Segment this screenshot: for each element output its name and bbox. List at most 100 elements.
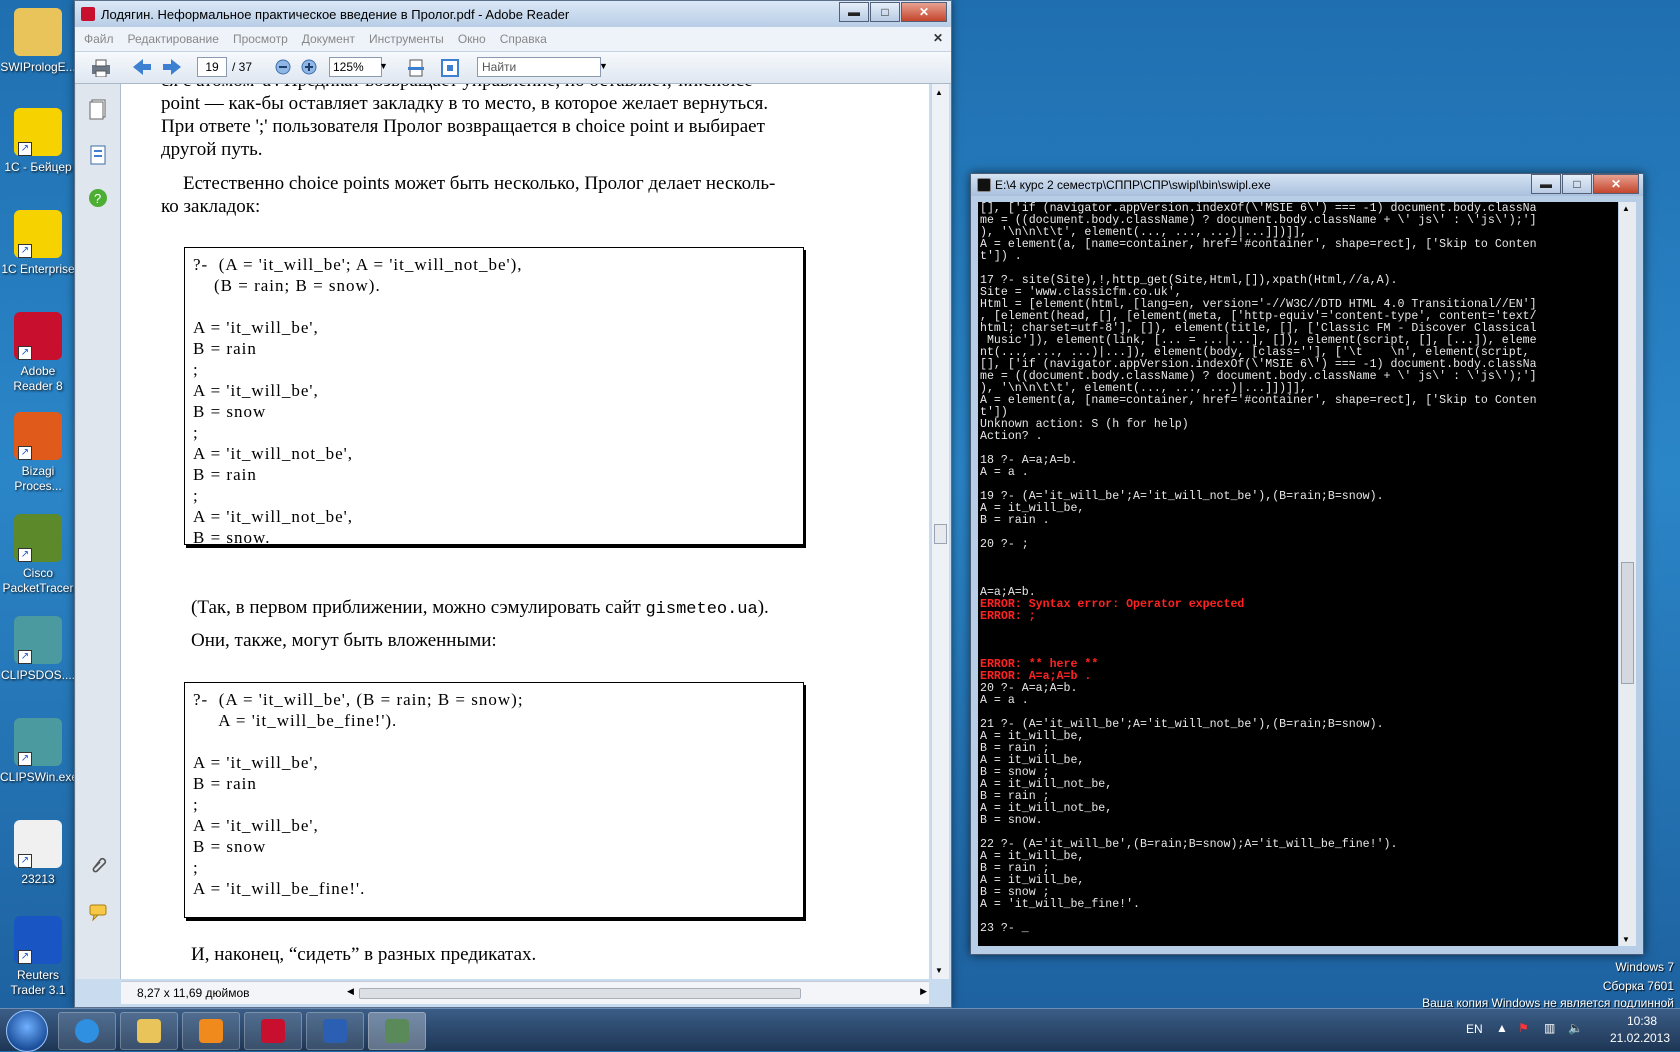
zoom-dropdown-chevron-icon[interactable]: ▼ (379, 61, 388, 81)
doc-text-line: И, наконец, “сидеть” в разных предикатах… (191, 944, 537, 965)
scroll-up-icon[interactable]: ▲ (1622, 204, 1630, 213)
desktop-icon-label: Reuters Trader 3.1 (10, 968, 66, 997)
menu-file[interactable]: Файл (75, 27, 119, 46)
document-close-icon[interactable]: ✕ (933, 31, 943, 45)
shortcut-arrow-icon: ↗ (18, 854, 32, 868)
horizontal-scroll-thumb[interactable] (359, 988, 801, 999)
page-total: / 37 (232, 60, 253, 74)
menu-tools[interactable]: Инструменты (360, 27, 449, 46)
previous-page-icon[interactable] (131, 57, 153, 77)
tray-expand-icon[interactable]: ▲ (1496, 1021, 1508, 1035)
taskbar-explorer[interactable] (120, 1012, 178, 1050)
console-error: ERROR: ** here ** ERROR: A=a;A=b . (980, 658, 1099, 683)
zoom-in-icon[interactable] (299, 57, 319, 77)
maximize-button[interactable]: □ (870, 2, 900, 22)
language-indicator[interactable]: EN (1466, 1022, 1483, 1036)
doc-text-line: ко закладок: (161, 196, 261, 217)
fit-page-icon[interactable] (405, 57, 427, 77)
shortcut-arrow-icon: ↗ (18, 752, 32, 766)
close-button[interactable]: ✕ (901, 2, 947, 22)
shortcut-arrow-icon: ↗ (18, 446, 32, 460)
desktop-app-icon: ↗ (14, 718, 62, 766)
action-center-icon[interactable]: ⚑ (1518, 1021, 1529, 1035)
console-titlebar[interactable]: E:\4 курс 2 семестр\СППР\СПР\swipl\bin\s… (971, 174, 1643, 196)
desktop-icon[interactable]: ↗ CLIPSDOS.... (0, 616, 76, 683)
network-icon[interactable]: ▥ (1544, 1021, 1555, 1035)
menu-edit[interactable]: Редактирование (119, 27, 224, 46)
scroll-down-icon[interactable]: ▼ (935, 966, 943, 975)
shortcut-arrow-icon: ↗ (18, 548, 32, 562)
desktop-icon[interactable]: ↗ 1C - Бейцер (0, 108, 76, 175)
taskbar-internet-explorer[interactable] (58, 1012, 116, 1050)
doc-text-line: Естественно choice points может быть нес… (183, 173, 776, 194)
close-button[interactable]: ✕ (1593, 174, 1639, 194)
scroll-thumb[interactable] (934, 524, 947, 544)
desktop-icon[interactable]: ↗ CLIPSWin.exe (0, 718, 79, 785)
desktop-app-icon: ↗ (14, 210, 62, 258)
help-icon[interactable]: ? (88, 188, 108, 210)
fit-window-icon[interactable] (439, 57, 461, 77)
taskbar-swipl-console[interactable] (368, 1012, 426, 1050)
zoom-out-icon[interactable] (273, 57, 293, 77)
console-log: 20 ?- A=a;A=b. A = a . 21 ?- (A='it_will… (980, 682, 1398, 935)
minimize-button[interactable]: ▬ (839, 2, 869, 22)
maximize-button[interactable]: □ (1562, 174, 1592, 194)
start-button[interactable] (6, 1010, 48, 1052)
desktop-icon-label: Cisco PacketTracer (2, 566, 74, 595)
desktop-app-icon: ↗ (14, 412, 62, 460)
taskbar-adobe-reader[interactable] (244, 1012, 302, 1050)
clock-date[interactable]: 21.02.2013 (1604, 1031, 1676, 1045)
scroll-left-icon[interactable]: ◀ (347, 986, 354, 997)
shortcut-arrow-icon: ↗ (18, 950, 32, 964)
bookmarks-icon[interactable] (88, 144, 108, 166)
find-dropdown-chevron-icon[interactable]: ▼ (599, 61, 608, 81)
desktop-icon[interactable]: ↗ Reuters Trader 3.1 (0, 916, 76, 998)
find-input[interactable]: Найти (477, 57, 601, 77)
volume-icon[interactable]: 🔈 (1568, 1021, 1583, 1035)
desktop-app-icon: ↗ (14, 108, 62, 156)
scroll-thumb[interactable] (1621, 562, 1634, 684)
desktop-icon[interactable]: ↗ Adobe Reader 8 (0, 312, 76, 394)
scroll-down-icon[interactable]: ▼ (1622, 935, 1630, 944)
console-vertical-scrollbar[interactable]: ▲ ▼ (1619, 202, 1636, 946)
adobe-titlebar[interactable]: Лодягин. Неформальное практическое введе… (75, 1, 951, 27)
desktop-icon[interactable]: ↗ Cisco PacketTracer (0, 514, 76, 596)
watermark-build: Сборка 7601 (1602, 979, 1674, 993)
console-text: [], ['if (navigator.appVersion.indexOf(\… (978, 202, 1618, 936)
document-vertical-scrollbar[interactable]: ▲ ▼ (931, 84, 949, 979)
clock-time[interactable]: 10:38 (1612, 1014, 1672, 1028)
doc-text-line: При ответе ';' пользователя Пролог возвр… (161, 116, 765, 137)
taskbar-word[interactable] (306, 1012, 364, 1050)
desktop-icon[interactable]: ↗ Bizagi Proces... (0, 412, 76, 494)
desktop-icon[interactable]: SWIPrologE... (0, 8, 76, 75)
next-page-icon[interactable] (161, 57, 183, 77)
doc-text-line: ся с атомом 'а'. Предикат возвращает упр… (161, 84, 753, 92)
comments-icon[interactable] (88, 902, 108, 924)
page-number-input[interactable]: 19 (197, 57, 227, 77)
console-output[interactable]: [], ['if (navigator.appVersion.indexOf(\… (978, 202, 1618, 946)
shortcut-arrow-icon: ↗ (18, 244, 32, 258)
scroll-up-icon[interactable]: ▲ (935, 88, 943, 97)
desktop-icon-label: 1C - Бейцер (4, 160, 72, 174)
doc-text-line: point — как-бы оставляет закладку в то м… (161, 93, 769, 114)
adobe-menubar: Файл Редактирование Просмотр Документ Инстру… (75, 27, 951, 52)
desktop-icon-label: Bizagi Proces... (14, 464, 62, 493)
scroll-right-icon[interactable]: ▶ (920, 986, 927, 997)
menu-view[interactable]: Просмотр (224, 27, 293, 46)
swipl-console-window[interactable]: E:\4 курс 2 семестр\СППР\СПР\swipl\bin\s… (970, 173, 1644, 955)
desktop-icon-label: CLIPSWin.exe (0, 770, 79, 784)
zoom-level-input[interactable]: 125% (329, 57, 382, 77)
taskbar-media-player[interactable] (182, 1012, 240, 1050)
pages-icon[interactable] (88, 98, 108, 120)
menu-document[interactable]: Документ (293, 27, 360, 46)
desktop-icon[interactable]: ↗ 23213 (0, 820, 76, 887)
desktop-icon[interactable]: ↗ 1C Enterprise (0, 210, 76, 277)
menu-help[interactable]: Справка (491, 27, 552, 46)
menu-window[interactable]: Окно (449, 27, 491, 46)
adobe-reader-window[interactable]: Лодягин. Неформальное практическое введе… (74, 0, 952, 1008)
minimize-button[interactable]: ▬ (1531, 174, 1561, 194)
attachments-paperclip-icon[interactable] (88, 854, 108, 876)
desktop-app-icon: ↗ (14, 916, 62, 964)
doc-text-fragment: ). (757, 597, 769, 618)
print-icon[interactable] (89, 57, 113, 77)
